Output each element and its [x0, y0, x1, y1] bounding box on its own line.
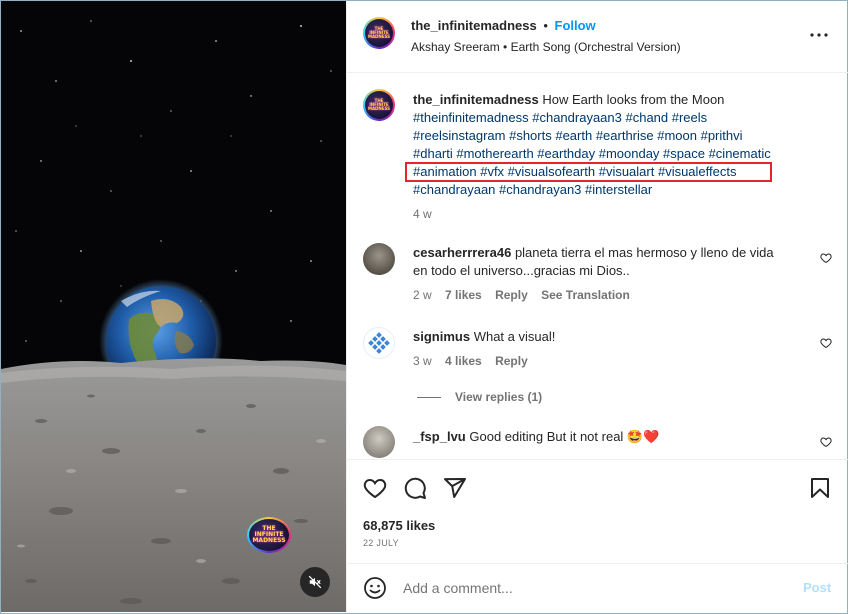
hashtags-line-1[interactable]: #theinfinitemadness #chandrayaan3 #chand… — [413, 109, 823, 127]
reel-video[interactable]: THE INFINITE MADNESS — [1, 1, 346, 612]
author-username[interactable]: the_infinitemadness — [411, 18, 537, 33]
emoji-icon[interactable] — [363, 576, 387, 600]
mute-button[interactable] — [300, 567, 330, 597]
hashtags-line-3[interactable]: #dharti #motherearth #earthday #moonday … — [413, 145, 823, 163]
comment-icon[interactable] — [403, 476, 427, 500]
watermark-logo: THE INFINITE MADNESS — [247, 517, 291, 553]
comment-text: planeta tierra el mas hermoso y lleno de… — [514, 245, 774, 260]
signimus-logo-icon — [368, 332, 390, 354]
post-date: 22 JULY — [363, 538, 399, 548]
comment-item: _fsp_lvu Good editing But it not real 🤩❤… — [413, 428, 823, 446]
caption-time: 4 w — [413, 207, 432, 221]
more-horizontal-icon — [810, 33, 828, 37]
comment-username[interactable]: _fsp_lvu — [413, 429, 466, 444]
comment-text: Good editing But it not real 🤩❤️ — [469, 429, 660, 444]
caption: the_infinitemadness How Earth looks from… — [413, 91, 823, 223]
comment-input[interactable] — [403, 578, 783, 598]
share-icon[interactable] — [443, 476, 467, 500]
commenter-avatar[interactable] — [363, 327, 395, 359]
audio-track[interactable]: Akshay Sreeram • Earth Song (Orchestral … — [411, 40, 681, 54]
follow-button[interactable]: Follow — [555, 18, 596, 33]
view-replies-button[interactable]: View replies (1) — [417, 389, 542, 404]
author-avatar[interactable]: THE INFINITE MADNESS — [363, 17, 395, 49]
post-actions: 68,875 likes 22 JULY — [347, 459, 848, 559]
moon-earth-scene — [1, 1, 346, 612]
comment-like-icon[interactable] — [820, 337, 832, 349]
caption-text: How Earth looks from the Moon — [542, 92, 725, 107]
more-options-button[interactable] — [807, 23, 831, 47]
comment-likes[interactable]: 4 likes — [445, 354, 482, 368]
commenter-avatar[interactable] — [363, 243, 395, 275]
post-panel: THE INFINITE MADNESS the_infinitemadness… — [346, 1, 848, 612]
replies-divider — [417, 397, 441, 399]
comment-time: 3 w — [413, 354, 432, 368]
comments-list[interactable]: THE INFINITE MADNESS the_infinitemadness… — [347, 74, 848, 459]
view-replies-label: View replies (1) — [455, 390, 543, 404]
comment-username[interactable]: cesarherrrera46 — [413, 245, 511, 260]
see-translation-button[interactable]: See Translation — [541, 288, 630, 302]
hashtags-line-5[interactable]: #chandrayaan #chandrayan3 #interstellar — [413, 181, 823, 199]
post-comment-button[interactable]: Post — [803, 580, 831, 595]
caption-username[interactable]: the_infinitemadness — [413, 92, 539, 107]
reply-button[interactable]: Reply — [495, 288, 528, 302]
likes-count[interactable]: 68,875 likes — [363, 518, 435, 533]
hashtags-line-2[interactable]: #reelsinstagram #shorts #earth #earthris… — [413, 127, 823, 145]
comment-item: cesarherrrera46 planeta tierra el mas he… — [413, 244, 823, 304]
post-header: THE INFINITE MADNESS the_infinitemadness… — [347, 1, 848, 73]
bookmark-icon[interactable] — [808, 476, 832, 500]
comment-username[interactable]: signimus — [413, 329, 470, 344]
comment-like-icon[interactable] — [820, 252, 832, 264]
separator-dot: • — [543, 18, 548, 33]
comment-text: What a visual! — [473, 329, 556, 344]
commenter-avatar[interactable] — [363, 426, 395, 458]
highlight-box — [405, 162, 772, 182]
comment-like-icon[interactable] — [820, 436, 832, 448]
caption-avatar[interactable]: THE INFINITE MADNESS — [363, 89, 395, 121]
reply-button[interactable]: Reply — [495, 354, 528, 368]
comment-text-cont: en todo el universo...gracias mi Dios.. — [413, 263, 630, 278]
comment-composer: Post — [347, 563, 848, 612]
comment-item: signimus What a visual! 3 w 4 likes Repl… — [413, 328, 823, 370]
heart-icon[interactable] — [363, 476, 387, 500]
speaker-muted-icon — [308, 575, 322, 589]
comment-likes[interactable]: 7 likes — [445, 288, 482, 302]
comment-time: 2 w — [413, 288, 432, 302]
